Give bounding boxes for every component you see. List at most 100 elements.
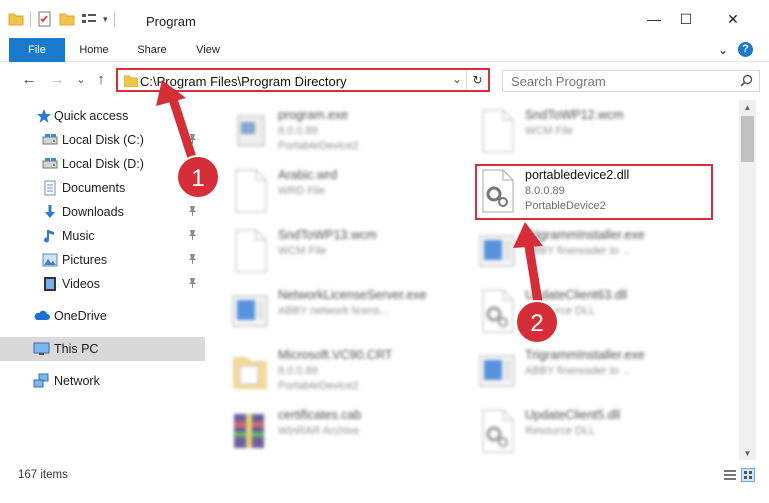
search-box[interactable] <box>502 70 760 92</box>
sidebar-item-local-disk-c[interactable]: Local Disk (C:) <box>0 128 205 152</box>
chevron-down-icon[interactable]: ▾ <box>103 14 108 25</box>
exe-icon <box>230 108 270 154</box>
file-detail: Resource DLL <box>525 425 596 437</box>
file-detail: Resource DLL <box>525 305 596 317</box>
file-item[interactable]: certificates.cab WinRAR Archive <box>230 404 470 460</box>
installer-icon <box>230 288 270 334</box>
drive-icon <box>42 132 58 148</box>
sidebar-item-pictures[interactable]: Pictures <box>0 248 205 272</box>
network-icon <box>33 373 49 389</box>
cloud-icon <box>33 308 50 324</box>
ribbon-expand-icon[interactable]: ⌄ <box>716 38 730 62</box>
tab-view[interactable]: View <box>188 38 228 62</box>
file-item[interactable]: Microsoft.VC90.CRT 8.0.0.89 PortableDevice… <box>230 344 470 400</box>
address-dropdown-icon[interactable]: ⌄ <box>452 72 462 86</box>
picture-icon <box>42 252 58 268</box>
sidebar-item-label: Network <box>54 374 100 388</box>
pin-icon[interactable] <box>188 133 197 147</box>
star-icon <box>36 108 52 124</box>
sidebar-item-label: Local Disk (D:) <box>62 157 144 171</box>
dll-gear-icon <box>477 288 517 334</box>
folder-icon[interactable] <box>8 11 24 27</box>
status-bar: 167 items <box>0 464 769 488</box>
properties-icon[interactable] <box>37 11 53 27</box>
sidebar-item-label: Music <box>62 229 95 243</box>
pin-icon[interactable] <box>188 253 197 267</box>
tiles-view-icon[interactable] <box>741 468 755 485</box>
sidebar-item-onedrive[interactable]: OneDrive <box>0 304 205 328</box>
sidebar-item-music[interactable]: Music <box>0 224 205 248</box>
sidebar-item-this-pc[interactable]: This PC <box>0 337 205 361</box>
tab-file[interactable]: File <box>9 38 65 62</box>
blank-file-icon <box>477 108 517 154</box>
file-name: TrigrammInstaller.exe <box>525 228 645 242</box>
address-path[interactable]: C:\Program Files\Program Directory <box>140 74 347 89</box>
address-bar[interactable]: C:\Program Files\Program Directory ⌄ ↻ <box>116 68 490 92</box>
pin-icon[interactable] <box>188 229 197 243</box>
scroll-up-icon[interactable]: ▲ <box>739 100 756 114</box>
sidebar-item-network[interactable]: Network <box>0 369 205 393</box>
file-name: UpdateClient63.dll <box>525 288 628 302</box>
file-detail: PortableDevice2 <box>525 200 606 212</box>
sidebar-item-label: OneDrive <box>54 309 107 323</box>
download-icon <box>42 204 58 220</box>
back-button[interactable]: ← <box>20 70 38 88</box>
blank-file-icon <box>230 228 270 274</box>
document-icon <box>42 180 58 196</box>
recent-locations-button[interactable]: ⌄ <box>72 70 90 88</box>
file-item[interactable]: SndToWP13.wcm WCM File <box>230 224 470 280</box>
maximize-button[interactable]: ☐ <box>663 0 709 38</box>
sidebar-item-downloads[interactable]: Downloads <box>0 200 205 224</box>
file-item[interactable]: SndToWP12.wcm WCM File <box>477 104 717 160</box>
tab-share[interactable]: Share <box>132 38 172 62</box>
close-button[interactable]: ✕ <box>710 0 756 38</box>
scroll-down-icon[interactable]: ▼ <box>739 446 756 460</box>
pin-icon[interactable] <box>188 277 197 291</box>
file-item[interactable]: program.exe 8.0.0.89 PortableDevice2 <box>230 104 470 160</box>
vertical-scrollbar[interactable]: ▲ ▼ <box>739 100 756 460</box>
file-detail: PortableDevice2 <box>278 380 359 392</box>
sidebar-item-local-disk-d[interactable]: Local Disk (D:) <box>0 152 205 176</box>
view-switcher <box>723 468 755 485</box>
sidebar-item-videos[interactable]: Videos <box>0 272 205 296</box>
customize-toolbar-icon[interactable] <box>81 11 97 27</box>
search-input[interactable] <box>503 71 723 91</box>
details-view-icon[interactable] <box>723 468 737 485</box>
file-detail: 8.0.0.89 <box>525 185 565 197</box>
drive-icon <box>42 156 58 172</box>
sidebar-item-label: Pictures <box>62 253 108 267</box>
file-name: portabledevice2.dll <box>525 168 630 182</box>
archive-icon <box>230 408 270 454</box>
video-icon <box>42 276 58 292</box>
dll-gear-icon <box>477 408 517 454</box>
file-detail: WCM File <box>278 245 327 257</box>
search-icon[interactable] <box>740 74 753 90</box>
scroll-thumb[interactable] <box>741 116 754 162</box>
file-item[interactable]: UpdateClient63.dll Resource DLL <box>477 284 717 340</box>
refresh-button[interactable]: ↻ <box>466 70 488 90</box>
file-item[interactable]: Arabic.wrd WRD File <box>230 164 470 220</box>
music-icon <box>42 228 58 244</box>
separator <box>113 11 115 27</box>
pin-icon[interactable] <box>188 157 197 171</box>
file-item[interactable]: UpdateClient5.dll Resource DLL <box>477 404 717 460</box>
sidebar-item-documents[interactable]: Documents <box>0 176 205 200</box>
file-detail: WRD File <box>278 185 326 197</box>
sidebar-item-label: Videos <box>62 277 100 291</box>
help-icon[interactable]: ? <box>738 42 753 57</box>
forward-button[interactable]: → <box>48 70 66 88</box>
file-item-portabledevice2-dll[interactable]: portabledevice2.dll 8.0.0.89 PortableDevic… <box>477 164 717 220</box>
file-detail: WinRAR Archive <box>278 425 360 437</box>
file-item[interactable]: TrigrammInstaller.exe ABBY finereader to … <box>477 224 717 280</box>
up-button[interactable]: ↑ <box>92 70 110 88</box>
file-item[interactable]: TrigrammInstaller.exe ABBY finereader to … <box>477 344 717 400</box>
file-detail: ABBY finereader to ... <box>525 245 632 257</box>
file-item[interactable]: NetworkLicenseServer.exe ABBY network lic… <box>230 284 470 340</box>
sidebar-item-label: Local Disk (C:) <box>62 133 144 147</box>
tab-home[interactable]: Home <box>74 38 114 62</box>
sidebar-item-quick-access[interactable]: Quick access <box>0 104 205 128</box>
pin-icon[interactable] <box>188 181 197 195</box>
installer-icon <box>477 348 517 394</box>
pin-icon[interactable] <box>188 205 197 219</box>
new-folder-icon[interactable] <box>59 11 75 27</box>
